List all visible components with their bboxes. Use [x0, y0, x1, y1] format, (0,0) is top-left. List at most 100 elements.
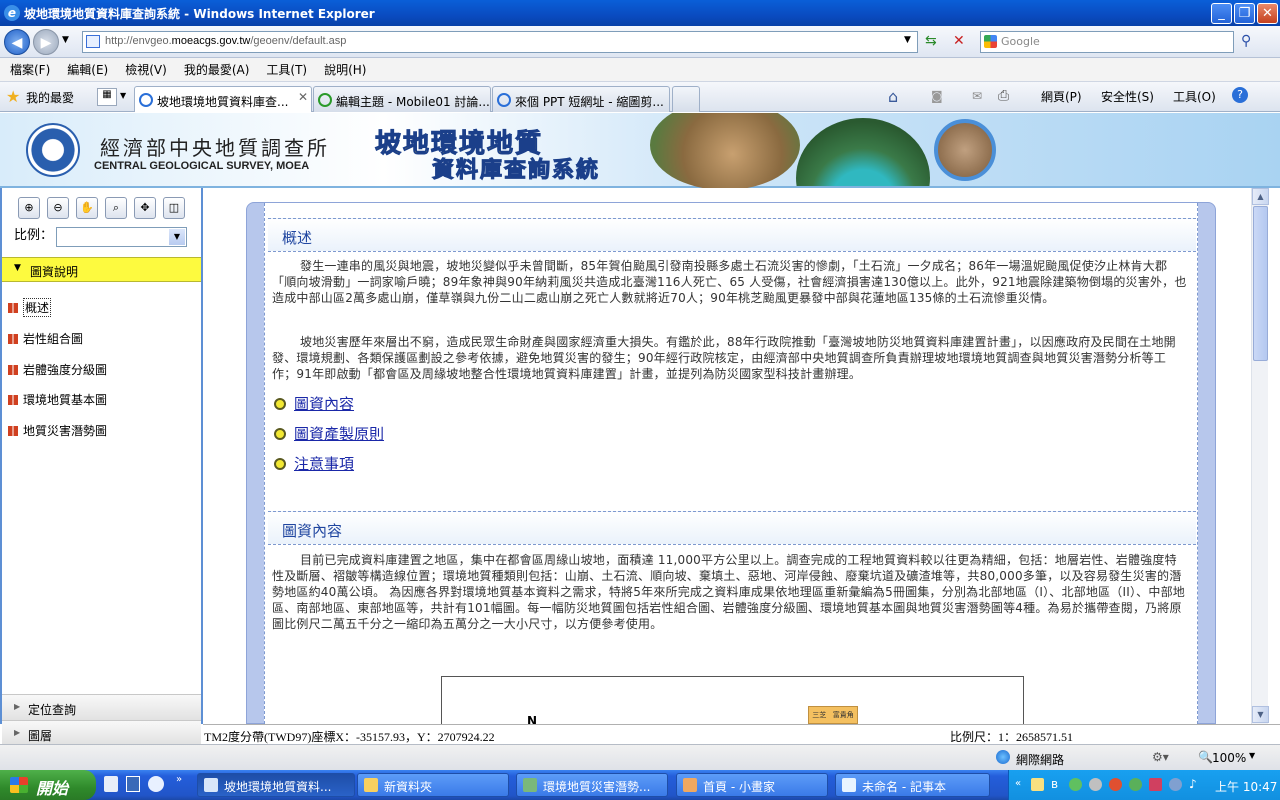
- quicklaunch-expand-icon[interactable]: »: [176, 774, 182, 785]
- task-paint[interactable]: 首頁 - 小畫家: [676, 773, 828, 797]
- maximize-button[interactable]: ❐: [1234, 3, 1255, 24]
- vertical-scrollbar[interactable]: ▲ ▼: [1251, 188, 1269, 724]
- sidebar-item-overview[interactable]: 概述: [8, 298, 52, 317]
- full-extent-icon[interactable]: ✥: [134, 197, 156, 219]
- section-title-overview: 概述: [268, 218, 1196, 252]
- zoom-dropdown-icon[interactable]: ▼: [1249, 751, 1255, 760]
- accordion-layers[interactable]: ▶ 圖層: [2, 720, 201, 744]
- tab-ppt-shortener[interactable]: 來個 PPT 短網址 - 縮圖剪...: [492, 86, 670, 112]
- stop-icon[interactable]: ✕: [953, 33, 965, 49]
- zoom-window-icon[interactable]: ⌕: [105, 197, 127, 219]
- help-icon[interactable]: ?: [1232, 87, 1248, 103]
- favorites-button[interactable]: 我的最愛: [26, 89, 74, 106]
- scale-select[interactable]: ▼: [56, 227, 187, 247]
- protected-mode-icon[interactable]: ⚙▾: [1152, 750, 1169, 764]
- tab-list-dropdown-icon[interactable]: ▼: [120, 91, 126, 100]
- address-dropdown-icon[interactable]: ▼: [904, 35, 911, 45]
- link-label: 圖資產製原則: [294, 425, 385, 443]
- search-icon[interactable]: ⚲: [1241, 33, 1251, 49]
- zoom-in-icon[interactable]: ⊕: [18, 197, 40, 219]
- page-menu[interactable]: 網頁(P): [1041, 88, 1082, 105]
- show-desktop-icon[interactable]: [104, 776, 118, 792]
- task-new-folder[interactable]: 新資料夾: [357, 773, 509, 797]
- paint-icon: [683, 778, 697, 792]
- page-icon: [86, 35, 100, 48]
- pan-hand-icon[interactable]: ✋: [76, 197, 98, 219]
- forward-button[interactable]: ▶: [33, 29, 59, 55]
- tab-mobile01[interactable]: 編輯主題 - Mobile01 討論...: [313, 86, 491, 112]
- chevron-down-icon: ▼: [169, 229, 185, 245]
- window-title: 坡地環境地質資料庫查詢系統 - Windows Internet Explore…: [24, 6, 375, 21]
- menu-favorites[interactable]: 我的最愛(A): [184, 61, 250, 78]
- new-tab-button[interactable]: [672, 86, 700, 112]
- window-title-bar[interactable]: e 坡地環境地質資料庫查詢系統 - Windows Internet Explo…: [0, 0, 1280, 26]
- mail-icon[interactable]: ✉: [972, 89, 982, 103]
- volume-icon[interactable]: ♪: [1189, 777, 1197, 791]
- antivirus-icon[interactable]: [1109, 778, 1122, 791]
- save-quicklaunch-icon[interactable]: [126, 776, 140, 792]
- tray-app-icon[interactable]: [1031, 778, 1044, 791]
- tray-app-icon[interactable]: [1169, 778, 1182, 791]
- url-host: moeacgs.gov.tw: [171, 35, 251, 47]
- minimize-button[interactable]: _: [1211, 3, 1232, 24]
- tab-label: 來個 PPT 短網址 - 縮圖剪...: [515, 95, 664, 109]
- history-dropdown-icon[interactable]: ▼: [62, 35, 69, 45]
- legend-section-header[interactable]: ▼ 圖資說明: [2, 257, 201, 282]
- task-hazard-map[interactable]: 環境地質災害潛勢...: [516, 773, 668, 797]
- safety-menu[interactable]: 安全性(S): [1101, 88, 1154, 105]
- menu-file[interactable]: 檔案(F): [10, 61, 50, 78]
- task-geo-system[interactable]: 坡地環境地質資料...: [197, 773, 355, 797]
- link-data-content[interactable]: 圖資內容: [274, 393, 354, 414]
- scroll-up-icon[interactable]: ▲: [1252, 188, 1269, 205]
- accordion-location-search[interactable]: ▶ 定位查詢: [2, 694, 201, 720]
- scroll-down-icon[interactable]: ▼: [1252, 706, 1269, 723]
- address-input[interactable]: http://envgeo.moeacgs.gov.tw/geoenv/defa…: [82, 31, 918, 53]
- clear-icon[interactable]: ◫: [163, 197, 185, 219]
- tab-close-icon[interactable]: ✕: [298, 90, 308, 104]
- sidebar-item-lithology[interactable]: 岩性組合圖: [8, 330, 83, 347]
- tab-geo-system[interactable]: 坡地環境地質資料庫查...: [134, 86, 312, 112]
- accordion-label: 圖層: [28, 729, 53, 743]
- task-label: 首頁 - 小畫家: [703, 780, 775, 794]
- clock[interactable]: 上午 10:47: [1215, 778, 1277, 795]
- menu-bar: 檔案(F) 編輯(E) 檢視(V) 我的最愛(A) 工具(T) 說明(H): [0, 58, 1280, 82]
- close-button[interactable]: ✕: [1257, 3, 1278, 24]
- print-icon[interactable]: ⎙: [998, 88, 1009, 104]
- sidebar-item-env-geology[interactable]: 環境地質基本圖: [8, 391, 107, 408]
- zoom-level[interactable]: 100%: [1212, 751, 1246, 765]
- bluetooth-icon[interactable]: ʙ: [1051, 777, 1058, 791]
- tray-app-icon[interactable]: [1089, 778, 1102, 791]
- grid-bullet-icon: [8, 364, 18, 375]
- quick-tabs-icon[interactable]: ▦: [97, 88, 117, 106]
- zoom-icon[interactable]: 🔍: [1198, 750, 1213, 764]
- bullet-icon: [274, 457, 286, 470]
- sidebar-item-hazard-potential[interactable]: 地質災害潛勢圖: [8, 422, 107, 439]
- media-quicklaunch-icon[interactable]: [148, 776, 164, 792]
- start-button[interactable]: 開始: [0, 770, 96, 800]
- menu-help[interactable]: 說明(H): [324, 61, 366, 78]
- sidebar-item-rock-strength[interactable]: 岩體強度分級圖: [8, 361, 107, 378]
- home-icon[interactable]: ⌂: [888, 87, 898, 106]
- scroll-thumb[interactable]: [1253, 206, 1268, 361]
- menu-edit[interactable]: 編輯(E): [67, 61, 108, 78]
- task-notepad[interactable]: 未命名 - 記事本: [835, 773, 990, 797]
- search-input[interactable]: Google: [980, 31, 1234, 53]
- task-label: 新資料夾: [384, 780, 433, 794]
- menu-view[interactable]: 檢視(V): [125, 61, 167, 78]
- tray-app-icon[interactable]: [1129, 778, 1142, 791]
- zoom-out-icon[interactable]: ⊖: [47, 197, 69, 219]
- favorites-star-icon[interactable]: ★: [6, 87, 20, 106]
- tray-app-icon[interactable]: [1149, 778, 1162, 791]
- menu-tools[interactable]: 工具(T): [266, 61, 307, 78]
- caret-right-icon: ▶: [14, 728, 21, 737]
- start-label: 開始: [36, 779, 69, 798]
- refresh-icon[interactable]: ⇆: [925, 33, 937, 49]
- back-button[interactable]: ◀: [4, 29, 30, 55]
- tools-menu[interactable]: 工具(O): [1173, 88, 1216, 105]
- link-production-principles[interactable]: 圖資產製原則: [274, 423, 384, 444]
- network-icon[interactable]: [1069, 778, 1082, 791]
- grid-bullet-icon: [8, 333, 18, 344]
- feeds-icon[interactable]: ◙: [931, 89, 943, 103]
- link-notes[interactable]: 注意事項: [274, 453, 354, 474]
- tray-expand-icon[interactable]: «: [1015, 778, 1021, 789]
